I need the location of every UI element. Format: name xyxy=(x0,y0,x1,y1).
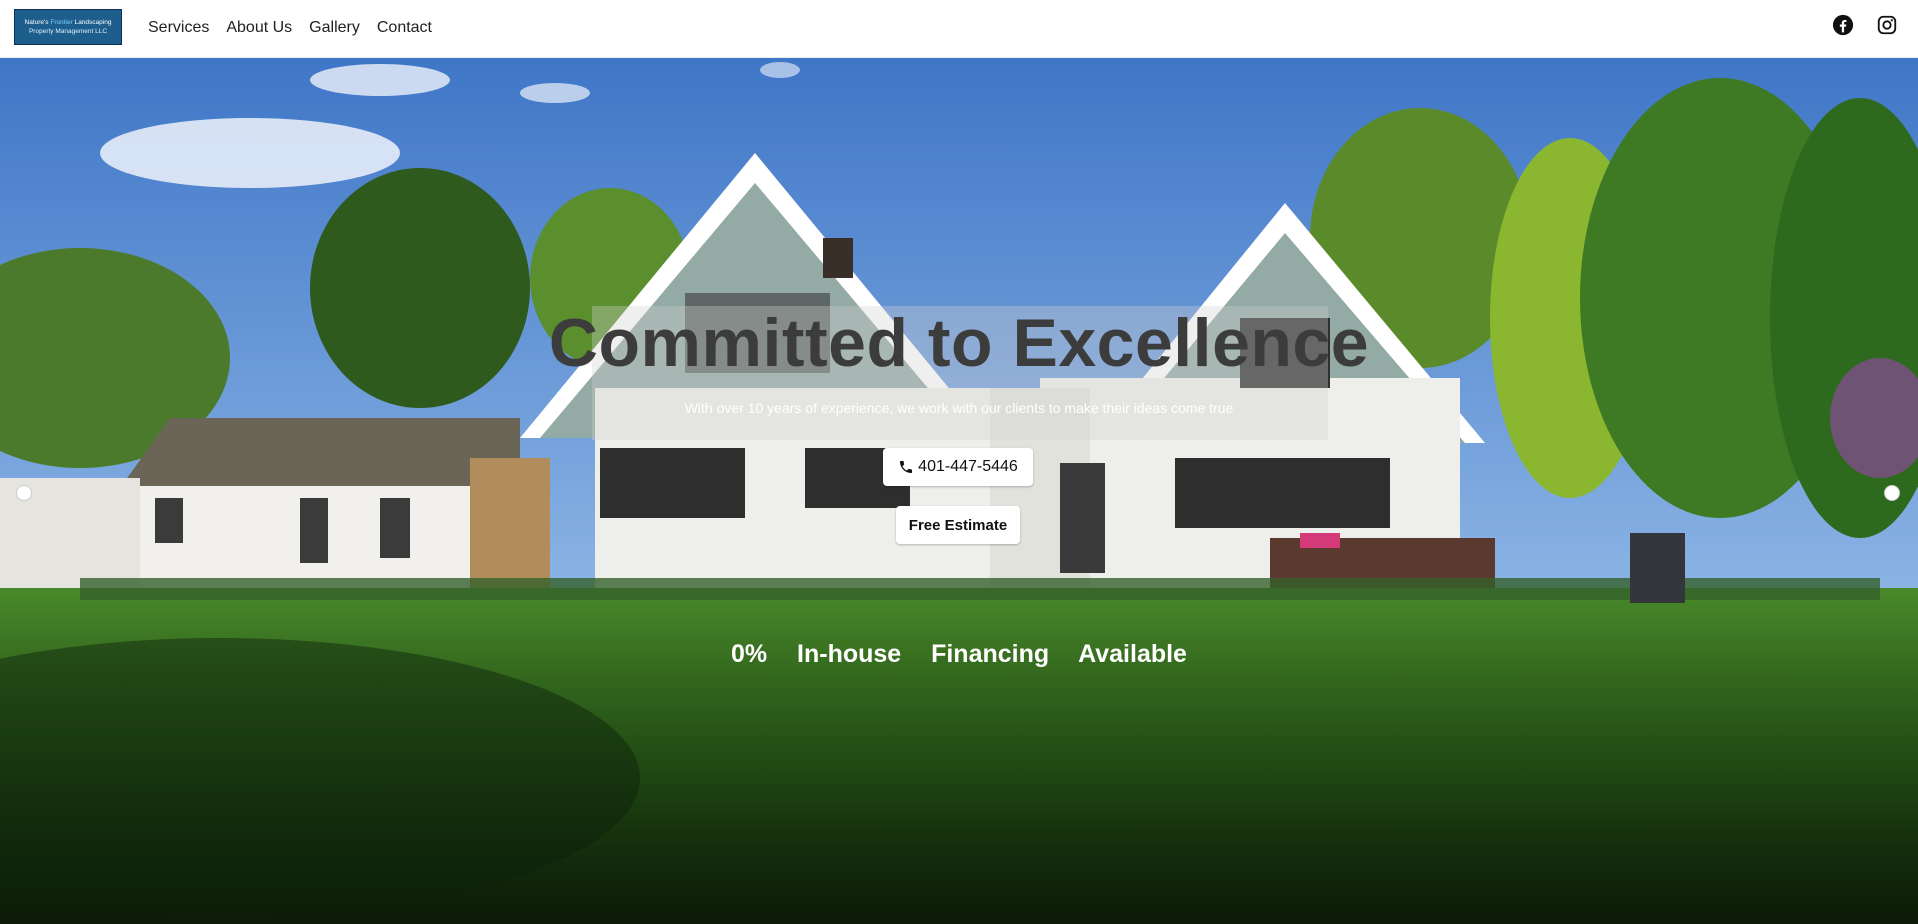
top-navbar: Nature's Frontier Landscaping Property M… xyxy=(0,0,1918,58)
social-links xyxy=(1810,14,1898,36)
instagram-icon[interactable] xyxy=(1876,14,1898,36)
hero-subline: With over 10 years of experience, we wor… xyxy=(684,400,1234,416)
logo-line2: Property Management LLC xyxy=(28,28,108,35)
facebook-icon[interactable] xyxy=(1832,14,1854,36)
financing-banner: 0% In-house Financing Available xyxy=(731,640,1187,668)
company-logo[interactable]: Nature's Frontier Landscaping Property M… xyxy=(14,9,122,45)
main-nav: Services About Us Gallery Contact xyxy=(148,0,449,56)
nav-gallery[interactable]: Gallery xyxy=(309,19,360,37)
nav-services[interactable]: Services xyxy=(148,19,209,37)
phone-number: 401-447-5446 xyxy=(918,458,1018,475)
carousel-next-dot[interactable] xyxy=(1884,485,1900,501)
logo-line1: Nature's Frontier Landscaping xyxy=(24,19,112,26)
free-estimate-button[interactable]: Free Estimate xyxy=(896,506,1020,544)
hero-background-image xyxy=(0,58,1918,924)
nav-contact[interactable]: Contact xyxy=(377,19,432,37)
phone-icon xyxy=(900,461,913,473)
nav-about-us[interactable]: About Us xyxy=(226,19,292,37)
carousel-prev-dot[interactable] xyxy=(16,485,32,501)
hero-headline: Committed to Excellence xyxy=(548,305,1370,381)
phone-button[interactable]: 401-447-5446 xyxy=(883,448,1033,486)
hero-section: Committed to Excellence With over 10 yea… xyxy=(0,58,1918,924)
